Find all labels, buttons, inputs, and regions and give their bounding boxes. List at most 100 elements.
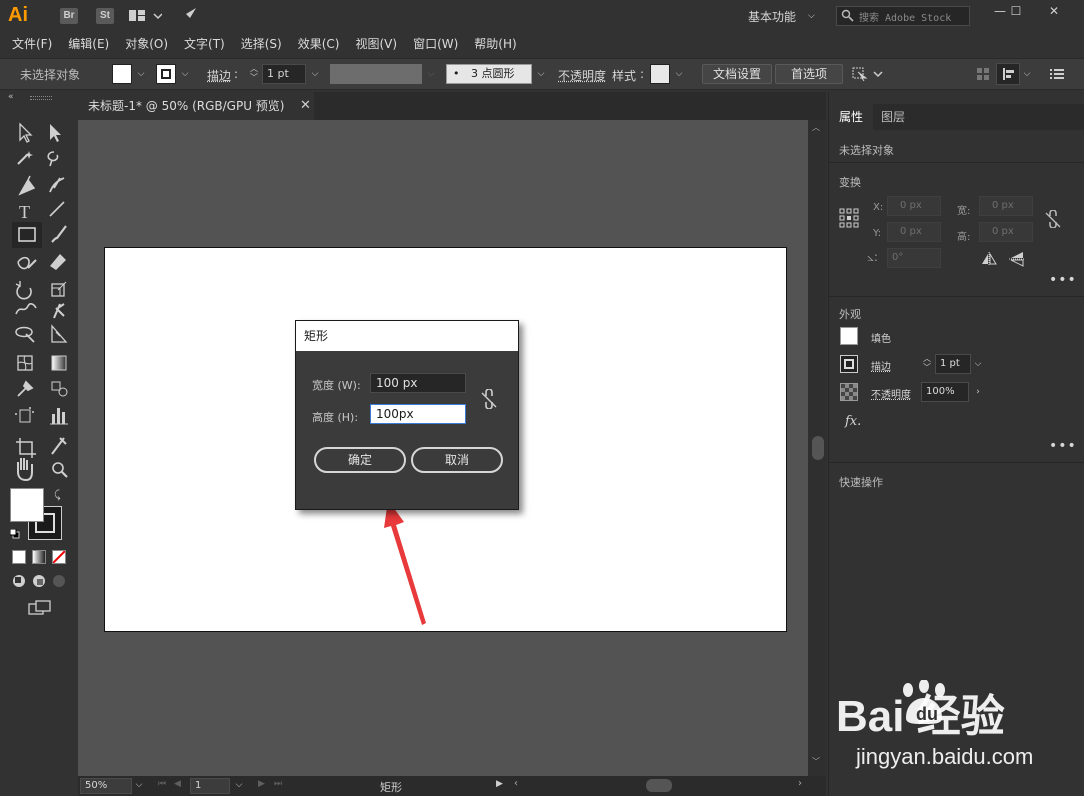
scroll-down-icon[interactable]: ﹀ <box>812 756 820 767</box>
last-artboard-icon[interactable]: ⏭ <box>274 779 282 789</box>
align-grid-icon[interactable] <box>976 67 990 84</box>
chevron-down-icon[interactable]: ⌵ <box>424 64 438 84</box>
swap-fill-stroke-icon[interactable]: ⤹ <box>54 488 61 502</box>
panel-menu-icon[interactable] <box>1050 67 1064 84</box>
cancel-button[interactable]: 取消 <box>411 447 503 473</box>
draw-behind-icon[interactable] <box>32 574 48 591</box>
color-mode-button[interactable] <box>12 550 26 564</box>
chevron-down-icon[interactable]: ⌵ <box>308 64 322 84</box>
chevron-down-icon[interactable]: ⌵ <box>134 64 148 84</box>
stock-search-input[interactable]: 搜索 Adobe Stock <box>836 6 970 26</box>
constrain-proportions-icon[interactable] <box>480 388 498 412</box>
constrain-proportions-icon[interactable] <box>1045 209 1061 231</box>
gpu-performance-icon[interactable] <box>178 6 198 29</box>
menu-file[interactable]: 文件(F) <box>4 32 60 56</box>
tab-layers[interactable]: 图层 <box>871 104 915 130</box>
fill-swatch[interactable] <box>840 327 858 345</box>
height-input[interactable]: 0 px <box>979 222 1033 242</box>
scroll-left-icon[interactable]: ‹ <box>514 778 518 789</box>
menu-effect[interactable]: 效果(C) <box>290 32 348 56</box>
status-menu-icon[interactable]: ▶ <box>496 779 503 789</box>
close-tab-icon[interactable]: ✕ <box>300 92 311 120</box>
none-mode-button[interactable] <box>52 550 66 564</box>
arrange-documents-icon[interactable] <box>128 8 163 27</box>
panel-tabs: 属性 图层 <box>829 104 1084 130</box>
brush-definition[interactable]: • 3 点圆形 <box>446 64 532 84</box>
chevron-down-icon[interactable]: ⌵ <box>178 64 192 84</box>
chevron-down-icon[interactable]: ⌵ <box>132 776 146 794</box>
menu-type[interactable]: 文字(T) <box>176 32 233 56</box>
maximize-button[interactable]: ☐ <box>1000 0 1032 22</box>
chevron-down-icon[interactable]: ⌵ <box>971 354 985 374</box>
stroke-weight-input[interactable]: 1 pt <box>935 354 971 374</box>
menu-edit[interactable]: 编辑(E) <box>60 32 117 56</box>
align-to-icon[interactable] <box>996 63 1020 85</box>
scroll-right-icon[interactable]: › <box>798 778 802 789</box>
horizontal-scroll-thumb[interactable] <box>646 779 672 792</box>
document-tab[interactable]: 未标题-1* @ 50% (RGB/GPU 预览) <box>78 92 314 120</box>
toolbar-grip[interactable] <box>30 96 52 100</box>
opacity-label[interactable]: 不透明度 <box>558 67 606 84</box>
zoom-input[interactable]: 50% <box>80 778 132 794</box>
opacity-input[interactable]: 100% <box>921 382 969 402</box>
ok-button[interactable]: 确定 <box>314 447 406 473</box>
opacity-swatch[interactable] <box>840 383 858 401</box>
fx-icon[interactable]: fx. <box>845 414 861 429</box>
reference-point-icon[interactable] <box>839 208 859 231</box>
document-setup-button[interactable]: 文档设置 <box>702 64 773 84</box>
fill-swatch[interactable] <box>112 64 132 84</box>
first-artboard-icon[interactable]: ⏮ <box>158 779 166 789</box>
vertical-scroll-thumb[interactable] <box>812 436 824 460</box>
draw-normal-icon[interactable] <box>12 574 28 591</box>
chevron-down-icon[interactable]: ⌵ <box>534 64 548 84</box>
preferences-button[interactable]: 首选项 <box>775 64 843 84</box>
stroke-swatch[interactable] <box>840 355 858 373</box>
width-input[interactable]: 100 px <box>370 373 466 393</box>
screen-mode-icon[interactable] <box>28 600 52 619</box>
graphic-style-swatch[interactable] <box>650 64 670 84</box>
artboard-number-input[interactable]: 1 <box>190 778 230 794</box>
rotate-angle-input[interactable]: 0° <box>887 248 941 268</box>
height-input[interactable]: 100px <box>370 404 466 424</box>
stroke-label[interactable]: 描边 <box>207 67 231 84</box>
x-input[interactable]: 0 px <box>887 196 941 216</box>
previous-artboard-icon[interactable]: ◀ <box>174 779 181 789</box>
stock-button[interactable]: St <box>96 8 114 24</box>
menu-view[interactable]: 视图(V) <box>347 32 405 56</box>
width-input[interactable]: 0 px <box>979 196 1033 216</box>
collapse-toolbar-icon[interactable]: « <box>8 92 14 102</box>
fill-label[interactable]: 填色 <box>871 330 891 345</box>
default-colors-icon[interactable] <box>9 528 20 539</box>
variable-width-profile[interactable] <box>330 64 422 84</box>
stroke-stepper[interactable]: ︿ ﹀ <box>248 64 260 84</box>
next-artboard-icon[interactable]: ▶ <box>258 779 265 789</box>
opacity-label[interactable]: 不透明度 <box>871 386 911 401</box>
menu-select[interactable]: 选择(S) <box>233 32 290 56</box>
chevron-down-icon[interactable]: ⌵ <box>672 64 686 84</box>
rectangle-tool[interactable] <box>10 224 40 250</box>
menu-window[interactable]: 窗口(W) <box>405 32 466 56</box>
tab-properties[interactable]: 属性 <box>829 104 874 130</box>
fill-color-swatch[interactable] <box>10 488 44 522</box>
flip-vertical-icon[interactable] <box>1009 251 1025 270</box>
close-window-button[interactable]: ✕ <box>1038 0 1070 22</box>
bridge-button[interactable]: Br <box>60 8 78 24</box>
select-similar-icon[interactable] <box>852 66 884 85</box>
draw-inside-icon[interactable] <box>52 574 68 591</box>
menu-help[interactable]: 帮助(H) <box>466 32 524 56</box>
more-options-icon[interactable]: ••• <box>1049 272 1077 288</box>
chevron-down-icon[interactable]: ⌵ <box>1020 64 1034 84</box>
y-input[interactable]: 0 px <box>887 222 941 242</box>
menu-object[interactable]: 对象(O) <box>117 32 176 56</box>
more-options-icon[interactable]: ••• <box>1049 438 1077 454</box>
gradient-mode-button[interactable] <box>32 550 46 564</box>
stroke-stepper[interactable]: ︿ ﹀ <box>921 354 933 374</box>
scroll-up-icon[interactable]: ︿ <box>812 122 820 133</box>
stroke-weight-input[interactable]: 1 pt <box>262 64 306 84</box>
workspace-switcher[interactable]: 基本功能 ⌵ <box>740 6 815 26</box>
chevron-right-icon[interactable]: › <box>971 382 985 402</box>
flip-horizontal-icon[interactable] <box>981 252 997 269</box>
stroke-label[interactable]: 描边 <box>871 358 891 373</box>
chevron-down-icon[interactable]: ⌵ <box>232 776 246 794</box>
stroke-swatch[interactable] <box>156 64 176 84</box>
